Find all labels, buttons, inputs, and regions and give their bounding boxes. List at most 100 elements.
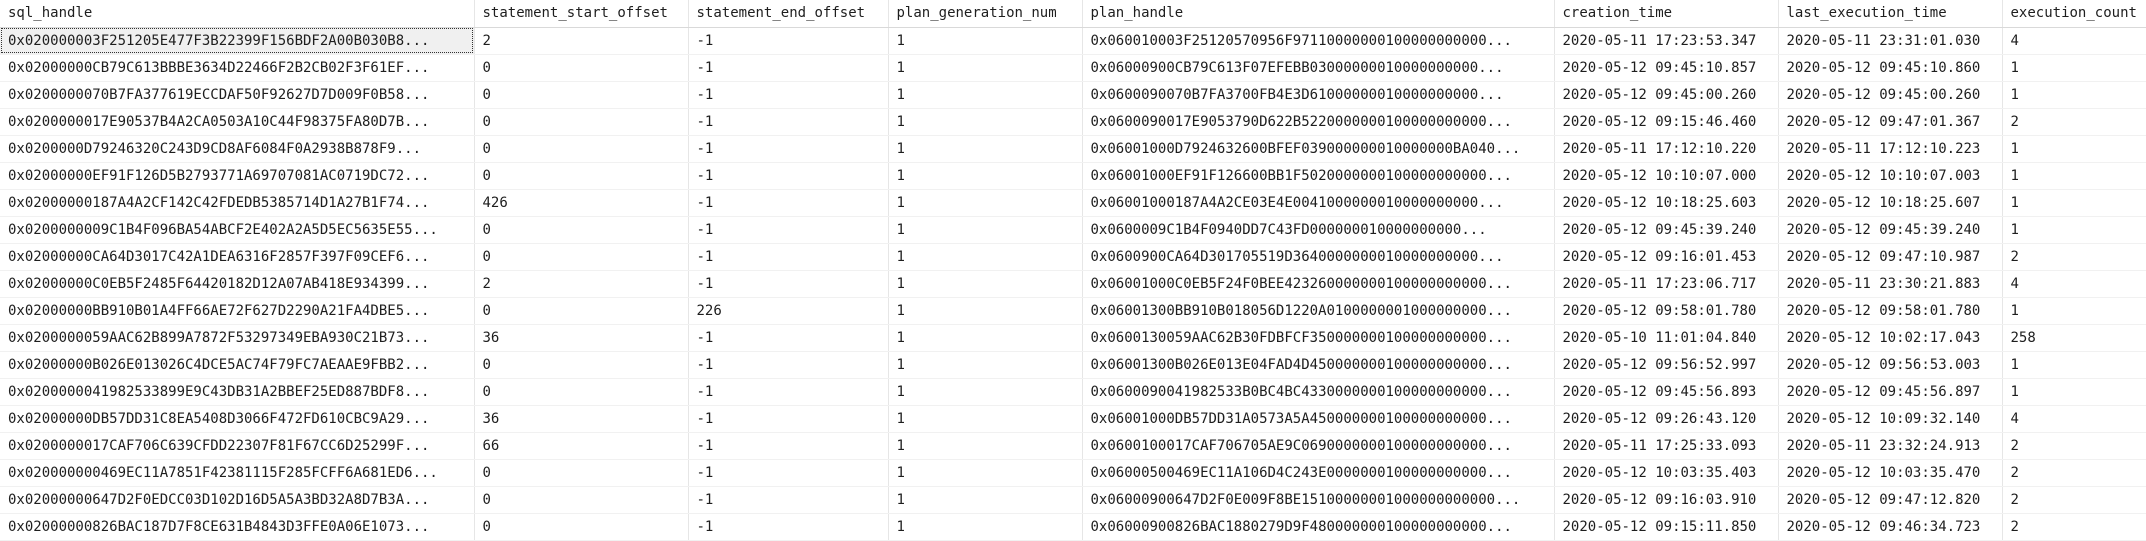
cell-creation-time[interactable]: 2020-05-12 09:15:11.850 [1554,513,1779,541]
cell-sql-handle[interactable]: 0x02000000BB910B01A4FF66AE72F627D2290A21… [0,297,475,325]
cell-last-execution-time[interactable]: 2020-05-11 23:30:21.883 [1778,270,2003,298]
cell-execution-count[interactable]: 1 [2002,378,2146,406]
cell-execution-count[interactable]: 2 [2002,432,2146,460]
cell-execution-count[interactable]: 1 [2002,216,2146,244]
table-row[interactable]: 0x02000000CA64D3017C42A1DEA6316F2857F397… [0,243,2146,271]
cell-last-execution-time[interactable]: 2020-05-11 17:12:10.223 [1778,135,2003,163]
cell-plan-generation-num[interactable]: 1 [888,162,1083,190]
cell-plan-generation-num[interactable]: 1 [888,513,1083,541]
cell-statement-start-offset[interactable]: 36 [474,324,689,352]
table-row[interactable]: 0x0200000070B7FA377619ECCDAF50F92627D7D0… [0,81,2146,109]
cell-plan-handle[interactable]: 0x060010003F25120570956F9711000000010000… [1082,27,1555,55]
cell-statement-end-offset[interactable]: -1 [688,405,889,433]
cell-sql-handle[interactable]: 0x02000000187A4A2CF142C42FDEDB5385714D1A… [0,189,475,217]
table-row[interactable]: 0x02000000DB57DD31C8EA5408D3066F472FD610… [0,405,2146,433]
cell-creation-time[interactable]: 2020-05-11 17:23:53.347 [1554,27,1779,55]
cell-plan-generation-num[interactable]: 1 [888,459,1083,487]
table-row[interactable]: 0x020000000469EC11A7851F42381115F285FCFF… [0,459,2146,487]
cell-plan-generation-num[interactable]: 1 [888,351,1083,379]
cell-creation-time[interactable]: 2020-05-12 09:58:01.780 [1554,297,1779,325]
cell-plan-handle[interactable]: 0x0600090017E9053790D622B522000000010000… [1082,108,1555,136]
cell-sql-handle[interactable]: 0x02000000DB57DD31C8EA5408D3066F472FD610… [0,405,475,433]
cell-last-execution-time[interactable]: 2020-05-12 10:02:17.043 [1778,324,2003,352]
cell-sql-handle[interactable]: 0x0200000D79246320C243D9CD8AF6084F0A2938… [0,135,475,163]
cell-creation-time[interactable]: 2020-05-12 09:15:46.460 [1554,108,1779,136]
cell-last-execution-time[interactable]: 2020-05-12 09:47:01.367 [1778,108,2003,136]
cell-last-execution-time[interactable]: 2020-05-12 09:47:10.987 [1778,243,2003,271]
cell-last-execution-time[interactable]: 2020-05-12 10:09:32.140 [1778,405,2003,433]
cell-last-execution-time[interactable]: 2020-05-12 09:45:10.860 [1778,54,2003,82]
cell-plan-handle[interactable]: 0x0600130059AAC62B30FDBFCF35000000010000… [1082,324,1555,352]
cell-sql-handle[interactable]: 0x0200000041982533899E9C43DB31A2BBEF25ED… [0,378,475,406]
cell-statement-start-offset[interactable]: 0 [474,162,689,190]
cell-plan-generation-num[interactable]: 1 [888,297,1083,325]
cell-plan-generation-num[interactable]: 1 [888,27,1083,55]
cell-execution-count[interactable]: 2 [2002,243,2146,271]
cell-execution-count[interactable]: 4 [2002,27,2146,55]
cell-creation-time[interactable]: 2020-05-12 10:03:35.403 [1554,459,1779,487]
cell-last-execution-time[interactable]: 2020-05-12 09:45:56.897 [1778,378,2003,406]
cell-statement-end-offset[interactable]: -1 [688,270,889,298]
cell-plan-handle[interactable]: 0x06000500469EC11A106D4C243E000000010000… [1082,459,1555,487]
cell-statement-start-offset[interactable]: 2 [474,270,689,298]
column-header-statement-start-offset[interactable]: statement_start_offset [474,0,689,28]
cell-plan-handle[interactable]: 0x0600009C1B4F0940DD7C43FD00000001000000… [1082,216,1555,244]
cell-sql-handle[interactable]: 0x02000000C0EB5F2485F64420182D12A07AB418… [0,270,475,298]
table-row[interactable]: 0x0200000D79246320C243D9CD8AF6084F0A2938… [0,135,2146,163]
cell-statement-end-offset[interactable]: -1 [688,54,889,82]
cell-plan-generation-num[interactable]: 1 [888,135,1083,163]
cell-statement-start-offset[interactable]: 0 [474,216,689,244]
cell-plan-handle[interactable]: 0x06000900CB79C613F07EFEBB03000000010000… [1082,54,1555,82]
cell-execution-count[interactable]: 2 [2002,108,2146,136]
cell-sql-handle[interactable]: 0x02000000CA64D3017C42A1DEA6316F2857F397… [0,243,475,271]
table-row[interactable]: 0x020000003F251205E477F3B22399F156BDF2A0… [0,27,2146,55]
cell-plan-generation-num[interactable]: 1 [888,81,1083,109]
cell-execution-count[interactable]: 1 [2002,135,2146,163]
cell-sql-handle[interactable]: 0x020000003F251205E477F3B22399F156BDF2A0… [0,27,475,55]
column-header-execution-count[interactable]: execution_count [2002,0,2146,28]
cell-execution-count[interactable]: 2 [2002,486,2146,514]
cell-plan-handle[interactable]: 0x06001000C0EB5F24F0BEE42326000000010000… [1082,270,1555,298]
cell-sql-handle[interactable]: 0x0200000017CAF706C639CFDD22307F81F67CC6… [0,432,475,460]
cell-plan-generation-num[interactable]: 1 [888,378,1083,406]
cell-statement-end-offset[interactable]: -1 [688,324,889,352]
cell-sql-handle[interactable]: 0x02000000647D2F0EDCC03D102D16D5A5A3BD32… [0,486,475,514]
table-row[interactable]: 0x02000000EF91F126D5B2793771A69707081AC0… [0,162,2146,190]
cell-creation-time[interactable]: 2020-05-12 10:18:25.603 [1554,189,1779,217]
cell-sql-handle[interactable]: 0x0200000059AAC62B899A7872F53297349EBA93… [0,324,475,352]
cell-statement-end-offset[interactable]: -1 [688,432,889,460]
cell-creation-time[interactable]: 2020-05-12 09:45:56.893 [1554,378,1779,406]
cell-statement-end-offset[interactable]: -1 [688,486,889,514]
cell-plan-handle[interactable]: 0x0600900CA64D301705519D3640000000010000… [1082,243,1555,271]
table-row[interactable]: 0x0200000017E90537B4A2CA0503A10C44F98375… [0,108,2146,136]
cell-plan-handle[interactable]: 0x06001000187A4A2CE03E4E0041000000010000… [1082,189,1555,217]
cell-statement-start-offset[interactable]: 0 [474,108,689,136]
cell-creation-time[interactable]: 2020-05-12 09:56:52.997 [1554,351,1779,379]
table-row[interactable]: 0x02000000187A4A2CF142C42FDEDB5385714D1A… [0,189,2146,217]
cell-last-execution-time[interactable]: 2020-05-12 09:46:34.723 [1778,513,2003,541]
cell-last-execution-time[interactable]: 2020-05-12 09:47:12.820 [1778,486,2003,514]
cell-statement-end-offset[interactable]: -1 [688,189,889,217]
cell-execution-count[interactable]: 4 [2002,405,2146,433]
cell-plan-generation-num[interactable]: 1 [888,432,1083,460]
cell-creation-time[interactable]: 2020-05-12 09:26:43.120 [1554,405,1779,433]
cell-execution-count[interactable]: 4 [2002,270,2146,298]
cell-plan-generation-num[interactable]: 1 [888,324,1083,352]
cell-statement-end-offset[interactable]: -1 [688,243,889,271]
cell-plan-generation-num[interactable]: 1 [888,189,1083,217]
cell-execution-count[interactable]: 1 [2002,189,2146,217]
table-row[interactable]: 0x02000000B026E013026C4DCE5AC74F79FC7AEA… [0,351,2146,379]
cell-statement-end-offset[interactable]: -1 [688,135,889,163]
cell-statement-end-offset[interactable]: -1 [688,459,889,487]
cell-statement-end-offset[interactable]: -1 [688,351,889,379]
cell-plan-generation-num[interactable]: 1 [888,108,1083,136]
cell-execution-count[interactable]: 1 [2002,54,2146,82]
table-row[interactable]: 0x02000000826BAC187D7F8CE631B4843D3FFE0A… [0,513,2146,541]
table-row[interactable]: 0x0200000017CAF706C639CFDD22307F81F67CC6… [0,432,2146,460]
column-header-plan-handle[interactable]: plan_handle [1082,0,1555,28]
cell-last-execution-time[interactable]: 2020-05-12 09:58:01.780 [1778,297,2003,325]
cell-plan-handle[interactable]: 0x06001000D7924632600BFEF039000000010000… [1082,135,1555,163]
table-row[interactable]: 0x02000000C0EB5F2485F64420182D12A07AB418… [0,270,2146,298]
column-header-plan-generation-num[interactable]: plan_generation_num [888,0,1083,28]
cell-sql-handle[interactable]: 0x02000000B026E013026C4DCE5AC74F79FC7AEA… [0,351,475,379]
